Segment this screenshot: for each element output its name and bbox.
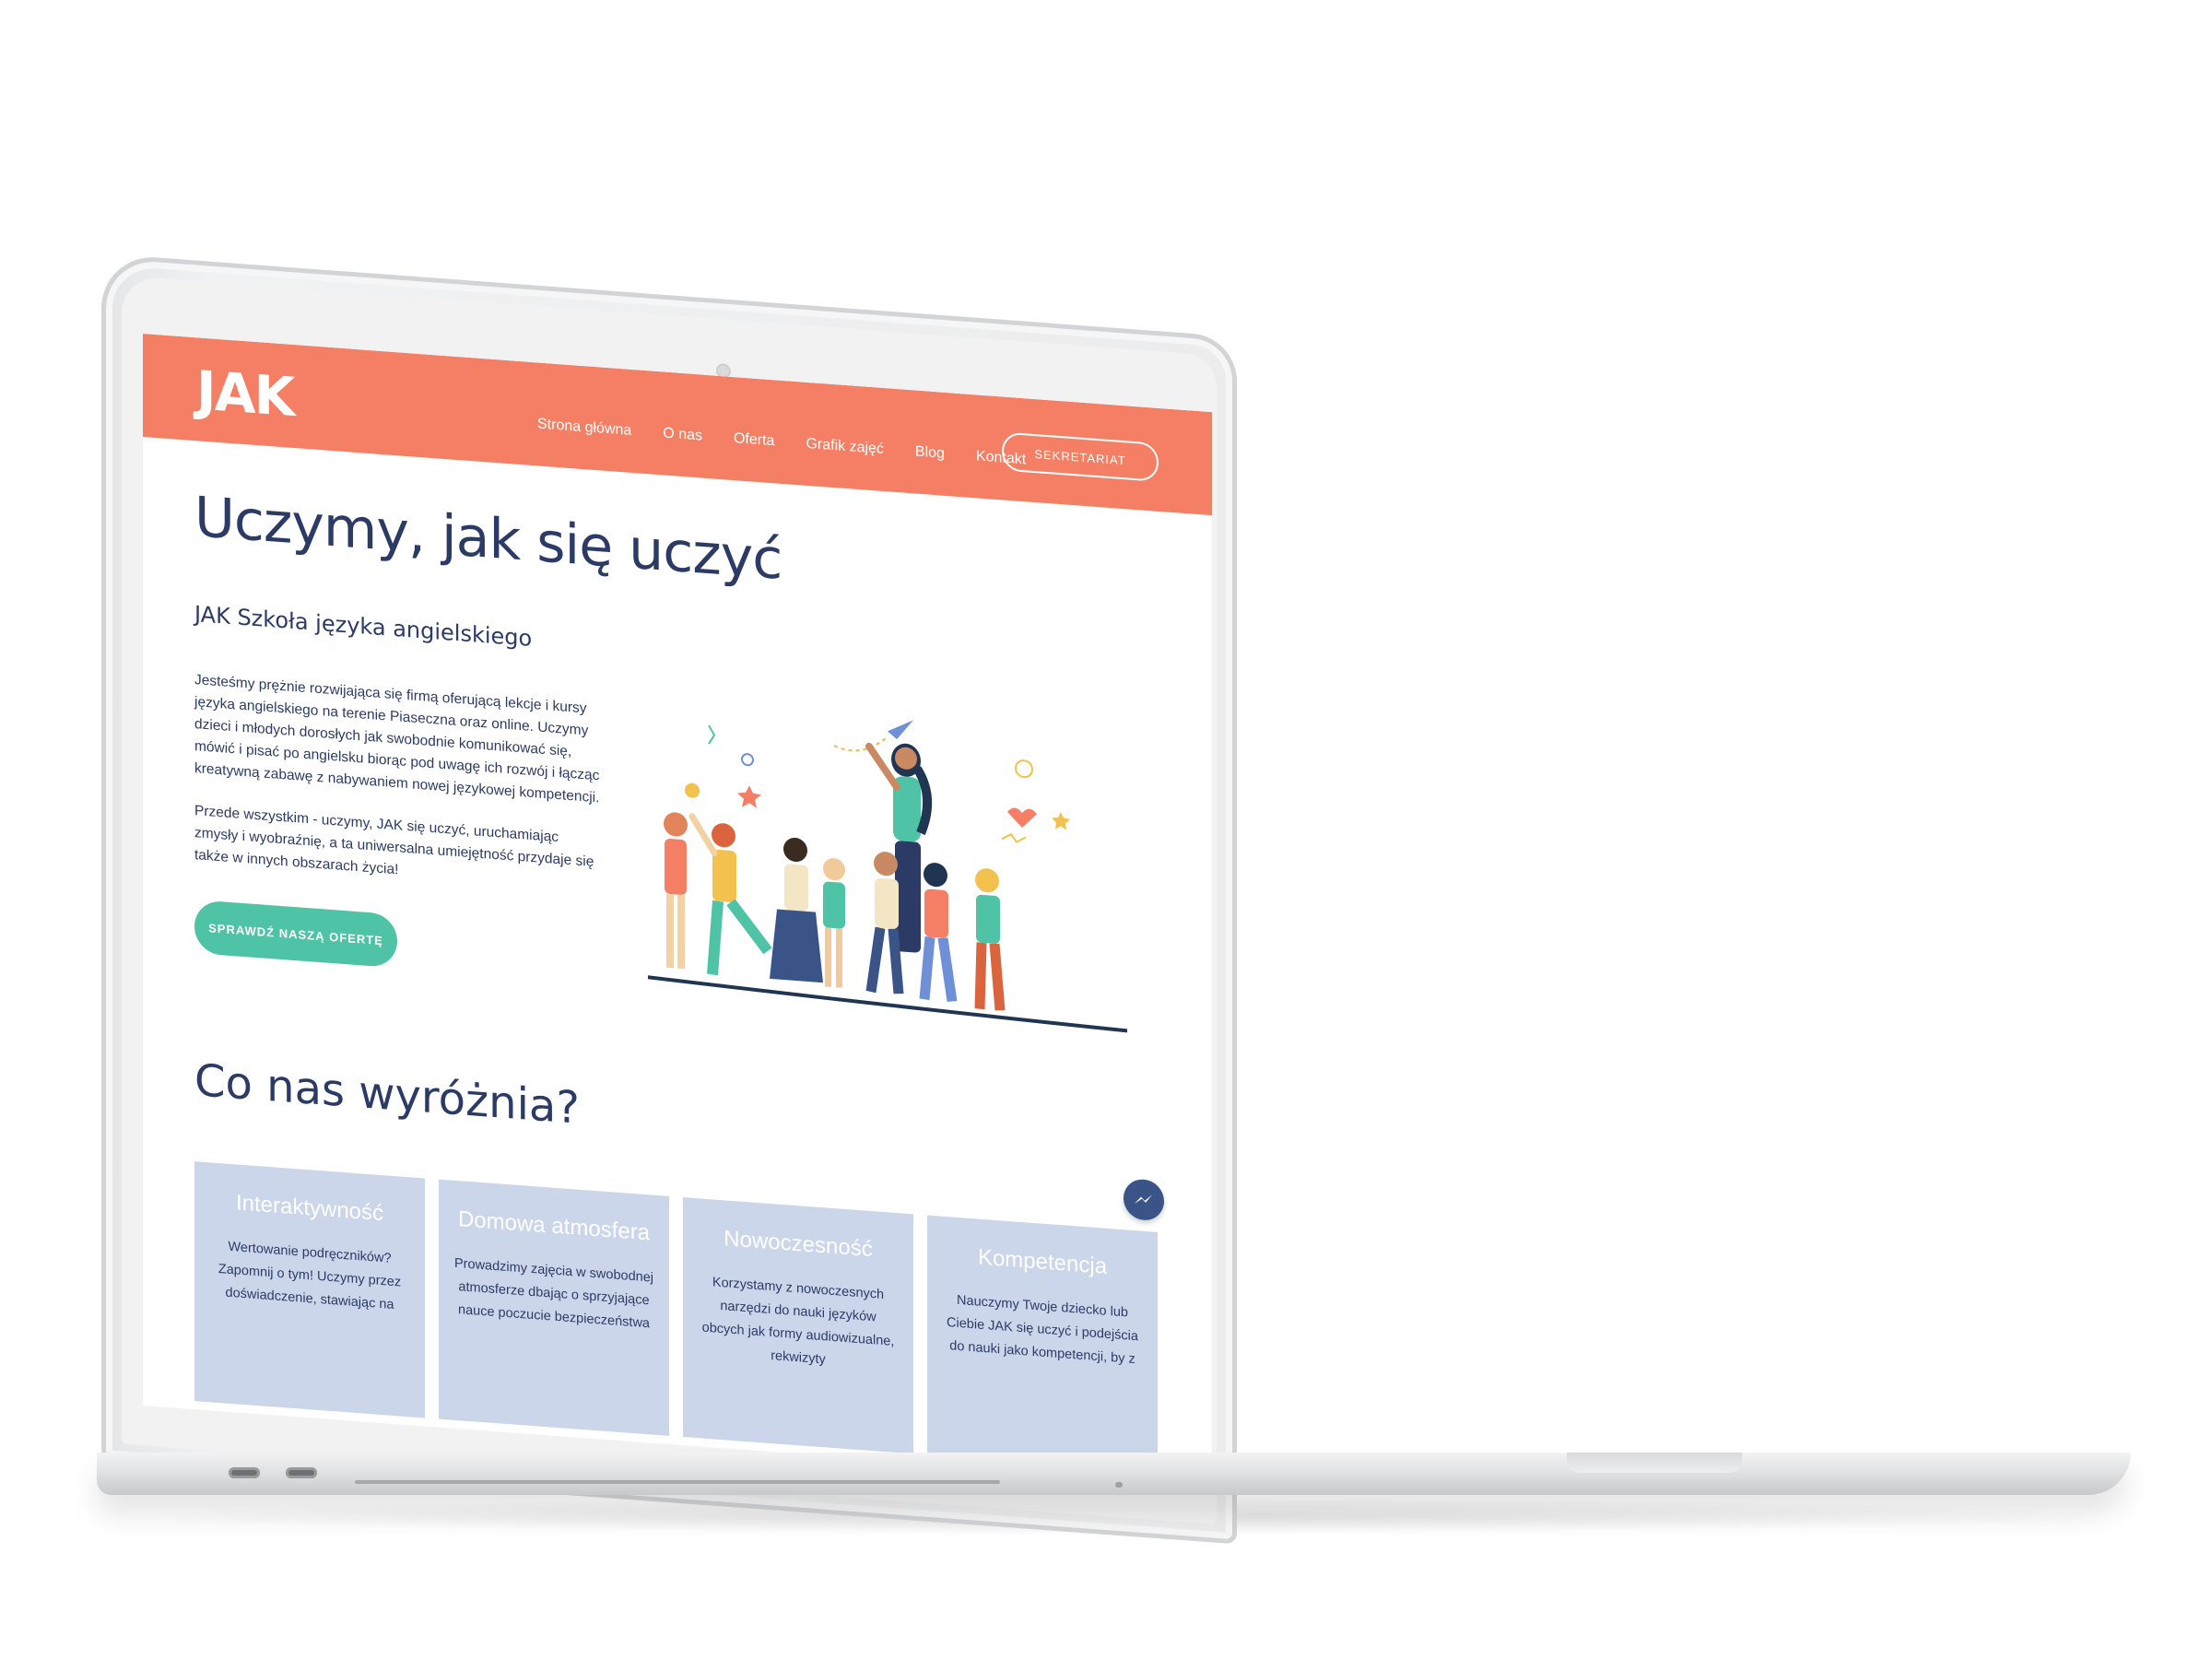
- hero-title: Uczymy, jak się uczyć: [194, 485, 782, 593]
- hero-subtitle: JAK Szkoła języka angielskiego: [194, 601, 533, 653]
- feature-card-competence: Kompetencja Nauczymy Twoje dziecko lub C…: [927, 1215, 1158, 1472]
- laptop-base: [97, 1453, 2131, 1495]
- feature-card-modernity: Nowoczesność Korzystamy z nowoczesnych n…: [683, 1197, 913, 1454]
- feature-card-title: Domowa atmosfera: [457, 1206, 651, 1246]
- secretariat-button[interactable]: SEKRETARIAT: [1002, 431, 1159, 482]
- usb-c-port: [286, 1467, 317, 1478]
- nav-link-home[interactable]: Strona główna: [537, 416, 631, 440]
- check-offer-button[interactable]: SPRAWDŹ NASZĄ OFERTĘ: [194, 900, 397, 969]
- laptop-screen: JAK Strona główna O nas Oferta Grafik za…: [143, 334, 1212, 1485]
- laptop-hinge-dot: [1115, 1482, 1123, 1488]
- feature-card-text: Korzystamy z nowoczesnych narzędzi do na…: [701, 1275, 895, 1368]
- nav-link-about[interactable]: O nas: [663, 425, 702, 444]
- feature-card-text: Nauczymy Twoje dziecko lub Ciebie JAK si…: [947, 1292, 1138, 1368]
- messenger-icon: [1135, 1194, 1152, 1205]
- nav-link-blog[interactable]: Blog: [915, 444, 945, 463]
- site-logo[interactable]: JAK: [196, 359, 293, 429]
- children-figures: [664, 812, 1006, 1011]
- laptop-hinge-line: [355, 1480, 1000, 1484]
- feature-card-text: Prowadzimy zajęcia w swobodnej atmosferz…: [454, 1255, 653, 1332]
- feature-card-title: Nowoczesność: [724, 1226, 873, 1263]
- feature-card-atmosphere: Domowa atmosfera Prowadzimy zajęcia w sw…: [439, 1179, 669, 1436]
- hero-paragraph-1: Jesteśmy prężnie rozwijająca się firmą o…: [194, 672, 600, 806]
- nav-link-offer[interactable]: Oferta: [734, 430, 774, 450]
- feature-card-title: Interaktywność: [235, 1190, 384, 1227]
- features-title: Co nas wyróżnia?: [194, 1054, 580, 1135]
- main-nav: Strona główna O nas Oferta Grafik zajęć …: [537, 416, 1057, 470]
- website-page: JAK Strona główna O nas Oferta Grafik za…: [143, 334, 1212, 1485]
- feature-card-title: Kompetencja: [977, 1244, 1108, 1279]
- usb-c-port: [229, 1467, 260, 1478]
- hero-paragraph-2: Przede wszystkim - uczymy, JAK się uczyć…: [194, 803, 594, 878]
- laptop-opening-notch: [1567, 1453, 1742, 1473]
- nav-link-schedule[interactable]: Grafik zajęć: [806, 436, 883, 458]
- feature-card-interactivity: Interaktywność Wertowanie podręczników? …: [194, 1161, 425, 1418]
- feature-card-text: Wertowanie podręczników? Zapomnij o tym!…: [218, 1239, 402, 1313]
- hero-description: Jesteśmy prężnie rozwijająca się firmą o…: [194, 669, 604, 917]
- hero-illustration: [647, 720, 1128, 1033]
- messenger-chat-button[interactable]: [1124, 1178, 1164, 1222]
